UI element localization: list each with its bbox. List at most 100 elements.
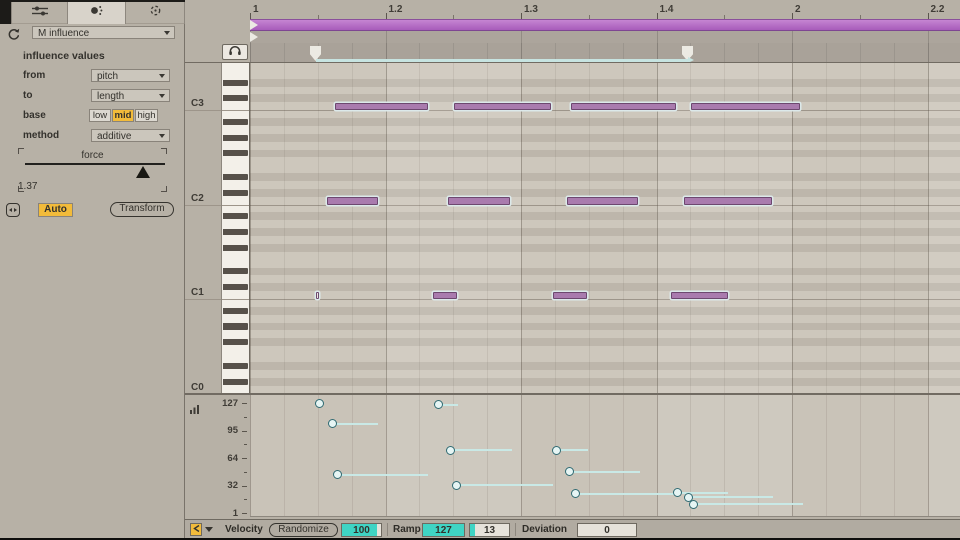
velocity-marker[interactable]	[434, 400, 443, 409]
randomize-amount-field[interactable]: 100	[341, 523, 382, 537]
beat-label: 2	[795, 4, 801, 15]
tab-transform[interactable]	[67, 2, 125, 24]
piano-keys[interactable]	[221, 63, 250, 393]
grid-line	[284, 395, 285, 517]
velocity-marker[interactable]	[328, 419, 337, 428]
black-key[interactable]	[223, 308, 248, 314]
velocity-marker[interactable]	[452, 481, 461, 490]
preset-history-icon[interactable]	[6, 27, 21, 42]
grid-line	[792, 43, 793, 63]
midi-note[interactable]	[691, 103, 800, 111]
randomize-button[interactable]: Randomize	[269, 523, 338, 537]
base-low-button[interactable]: low	[89, 109, 111, 122]
black-key[interactable]	[223, 174, 248, 180]
panel-tabs	[11, 2, 185, 24]
grid-line	[386, 31, 387, 43]
black-key-row	[250, 134, 960, 142]
midi-note[interactable]	[316, 292, 319, 300]
midi-note[interactable]	[567, 197, 638, 205]
grid-line	[690, 63, 691, 393]
midi-note[interactable]	[448, 197, 510, 205]
midi-note[interactable]	[454, 103, 551, 111]
grid-line	[860, 395, 861, 517]
to-selector[interactable]: length	[91, 89, 170, 102]
midi-note[interactable]	[553, 292, 587, 300]
velocity-marker[interactable]	[446, 446, 455, 455]
black-key[interactable]	[223, 80, 248, 86]
black-key[interactable]	[223, 95, 248, 101]
grid-line	[250, 63, 251, 393]
beat-ruler[interactable]: 11.21.31.422.2	[185, 0, 960, 19]
loop-start-chevron-icon[interactable]	[250, 20, 258, 30]
velocity-marker[interactable]	[315, 399, 324, 408]
toolbar-divider	[387, 523, 388, 536]
black-key[interactable]	[223, 190, 248, 196]
velocity-axis-minor-tick	[244, 472, 247, 473]
midi-note[interactable]	[571, 103, 676, 111]
black-key[interactable]	[223, 150, 248, 156]
black-key[interactable]	[223, 229, 248, 235]
velocity-axis-tick	[242, 513, 247, 514]
spray-dots-icon	[88, 4, 105, 22]
midi-grid[interactable]	[250, 63, 960, 393]
from-selector[interactable]: pitch	[91, 69, 170, 82]
grid-line	[250, 43, 251, 63]
lane-select-button[interactable]	[190, 523, 202, 536]
force-slider-handle[interactable]	[136, 166, 150, 178]
chevron-down-icon	[159, 94, 165, 98]
velocity-marker[interactable]	[333, 470, 342, 479]
loop-brace[interactable]	[250, 19, 960, 31]
velocity-marker[interactable]	[689, 500, 698, 509]
black-key[interactable]	[223, 379, 248, 385]
velocity-marker[interactable]	[571, 489, 580, 498]
midi-note[interactable]	[684, 197, 772, 205]
velocity-axis-tick	[242, 431, 247, 432]
velocity-marker[interactable]	[673, 488, 682, 497]
midi-note[interactable]	[671, 292, 728, 300]
deviation-value: 0	[604, 525, 610, 536]
scrub-area[interactable]	[250, 31, 960, 43]
midi-note[interactable]	[433, 292, 457, 300]
black-key[interactable]	[223, 135, 248, 141]
black-key[interactable]	[223, 339, 248, 345]
force-value[interactable]: 1.37	[18, 181, 37, 192]
tab-generate[interactable]	[125, 2, 185, 24]
auto-loop-icon[interactable]	[6, 203, 20, 217]
dashed-circle-icon	[147, 4, 164, 22]
midi-note[interactable]	[335, 103, 428, 111]
black-key[interactable]	[223, 119, 248, 125]
velocity-marker[interactable]	[552, 446, 561, 455]
scrub-row[interactable]	[185, 31, 960, 43]
black-key[interactable]	[223, 323, 248, 329]
deviation-field[interactable]: 0	[577, 523, 637, 537]
preview-headphone-button[interactable]	[222, 44, 248, 60]
auto-button[interactable]: Auto	[38, 203, 73, 217]
insert-marker-chevron-icon[interactable]	[250, 32, 258, 42]
base-high-button[interactable]: high	[135, 109, 158, 122]
velocity-tail	[575, 493, 675, 495]
midi-note[interactable]	[327, 197, 378, 205]
velocity-marker[interactable]	[565, 467, 574, 476]
black-key[interactable]	[223, 268, 248, 274]
base-mid-button[interactable]: mid	[112, 109, 134, 122]
grid-line	[284, 63, 285, 393]
transform-button[interactable]: Transform	[110, 202, 174, 217]
ramp-end-field[interactable]: 13	[469, 523, 510, 537]
force-slider[interactable]	[25, 163, 165, 165]
velocity-grid[interactable]	[250, 395, 960, 517]
lane-dropdown-caret[interactable]	[205, 527, 213, 532]
method-selector[interactable]: additive	[91, 129, 170, 142]
grid-line	[826, 63, 827, 393]
grid-line	[623, 395, 624, 517]
grid-line	[419, 395, 420, 517]
ramp-start-field[interactable]: 127	[422, 523, 465, 537]
black-key[interactable]	[223, 284, 248, 290]
slider-corner	[161, 186, 167, 192]
preset-selector[interactable]: M influence	[32, 26, 175, 39]
black-key[interactable]	[223, 245, 248, 251]
tab-expression[interactable]	[11, 2, 67, 24]
grid-line	[521, 395, 522, 517]
from-label: from	[23, 70, 45, 81]
black-key[interactable]	[223, 363, 248, 369]
black-key[interactable]	[223, 213, 248, 219]
